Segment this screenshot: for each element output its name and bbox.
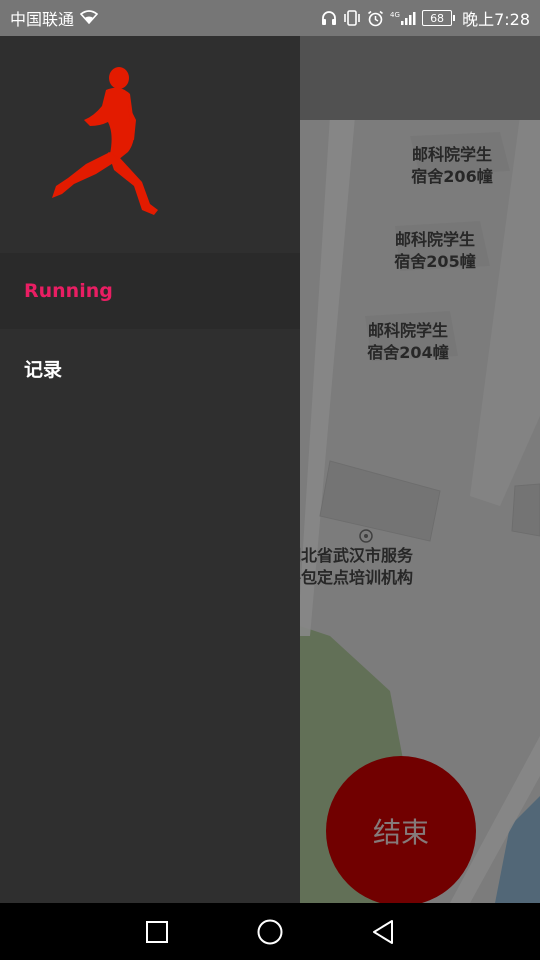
nav-item-running[interactable]: Running bbox=[0, 253, 300, 329]
clock: 晚上7:28 bbox=[462, 10, 530, 29]
nav-item-label: Running bbox=[24, 280, 113, 302]
alarm-icon bbox=[367, 10, 384, 27]
vibrate-icon bbox=[343, 10, 361, 26]
battery-icon: 68 bbox=[422, 10, 456, 26]
system-nav-bar bbox=[0, 903, 540, 960]
nav-item-label: 记录 bbox=[24, 358, 63, 381]
navigation-drawer: Running 记录 bbox=[0, 36, 300, 903]
back-icon[interactable] bbox=[363, 912, 403, 952]
recent-apps-icon[interactable] bbox=[137, 912, 177, 952]
svg-text:4G: 4G bbox=[390, 11, 400, 19]
nav-item-record[interactable]: 记录 bbox=[0, 330, 300, 406]
carrier-name: 中国联通 bbox=[10, 10, 75, 29]
status-bar: 中国联通 4G 68 晚上7:28 bbox=[0, 0, 540, 36]
4g-signal-icon: 4G bbox=[390, 10, 416, 26]
wifi-icon bbox=[79, 9, 99, 28]
headphones-icon bbox=[321, 10, 337, 26]
home-icon[interactable] bbox=[250, 912, 290, 952]
main-content: 邮科院学生 宿舍206幢 邮科院学生 宿舍205幢 邮科院学生 宿舍204幢 湖… bbox=[0, 36, 540, 903]
runner-icon bbox=[48, 64, 163, 223]
